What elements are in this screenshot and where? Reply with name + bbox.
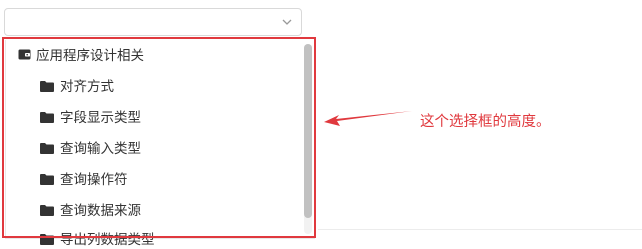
tree-node-child[interactable]: 导出列数据类型 bbox=[40, 228, 155, 248]
tree-node-label: 查询输入类型 bbox=[60, 141, 141, 157]
tree-node-child[interactable]: 对齐方式 bbox=[40, 75, 114, 95]
tree-node-child[interactable]: 字段显示类型 bbox=[40, 106, 141, 126]
tree-node-label: 对齐方式 bbox=[60, 79, 114, 95]
background-divider bbox=[318, 229, 642, 230]
tree-node-label: 应用程序设计相关 bbox=[36, 48, 144, 64]
annotation-text: 这个选择框的高度。 bbox=[420, 114, 551, 130]
tree-node-child[interactable]: 查询输入类型 bbox=[40, 137, 141, 157]
tree-node-label: 字段显示类型 bbox=[60, 110, 141, 126]
tree-node-label: 导出列数据类型 bbox=[60, 232, 155, 248]
folder-icon bbox=[40, 173, 54, 185]
folder-icon bbox=[40, 204, 54, 216]
scrollbar-thumb[interactable] bbox=[304, 44, 312, 218]
tree-node-child[interactable]: 查询操作符 bbox=[40, 168, 128, 188]
chevron-down-icon[interactable] bbox=[282, 17, 292, 27]
tree-node-label: 查询数据来源 bbox=[60, 203, 141, 219]
tree-node-root[interactable]: 应用程序设计相关 bbox=[18, 44, 144, 64]
tree-node-label: 查询操作符 bbox=[60, 172, 128, 188]
tree-select-input[interactable] bbox=[4, 8, 302, 36]
folder-icon bbox=[40, 233, 54, 245]
dropdown-scrollbar[interactable] bbox=[304, 44, 312, 234]
folder-icon bbox=[40, 142, 54, 154]
wallet-icon bbox=[18, 48, 31, 61]
folder-icon bbox=[40, 111, 54, 123]
tree-node-child[interactable]: 查询数据来源 bbox=[40, 199, 141, 219]
annotation-arrow-icon bbox=[324, 111, 412, 126]
folder-icon bbox=[40, 80, 54, 92]
